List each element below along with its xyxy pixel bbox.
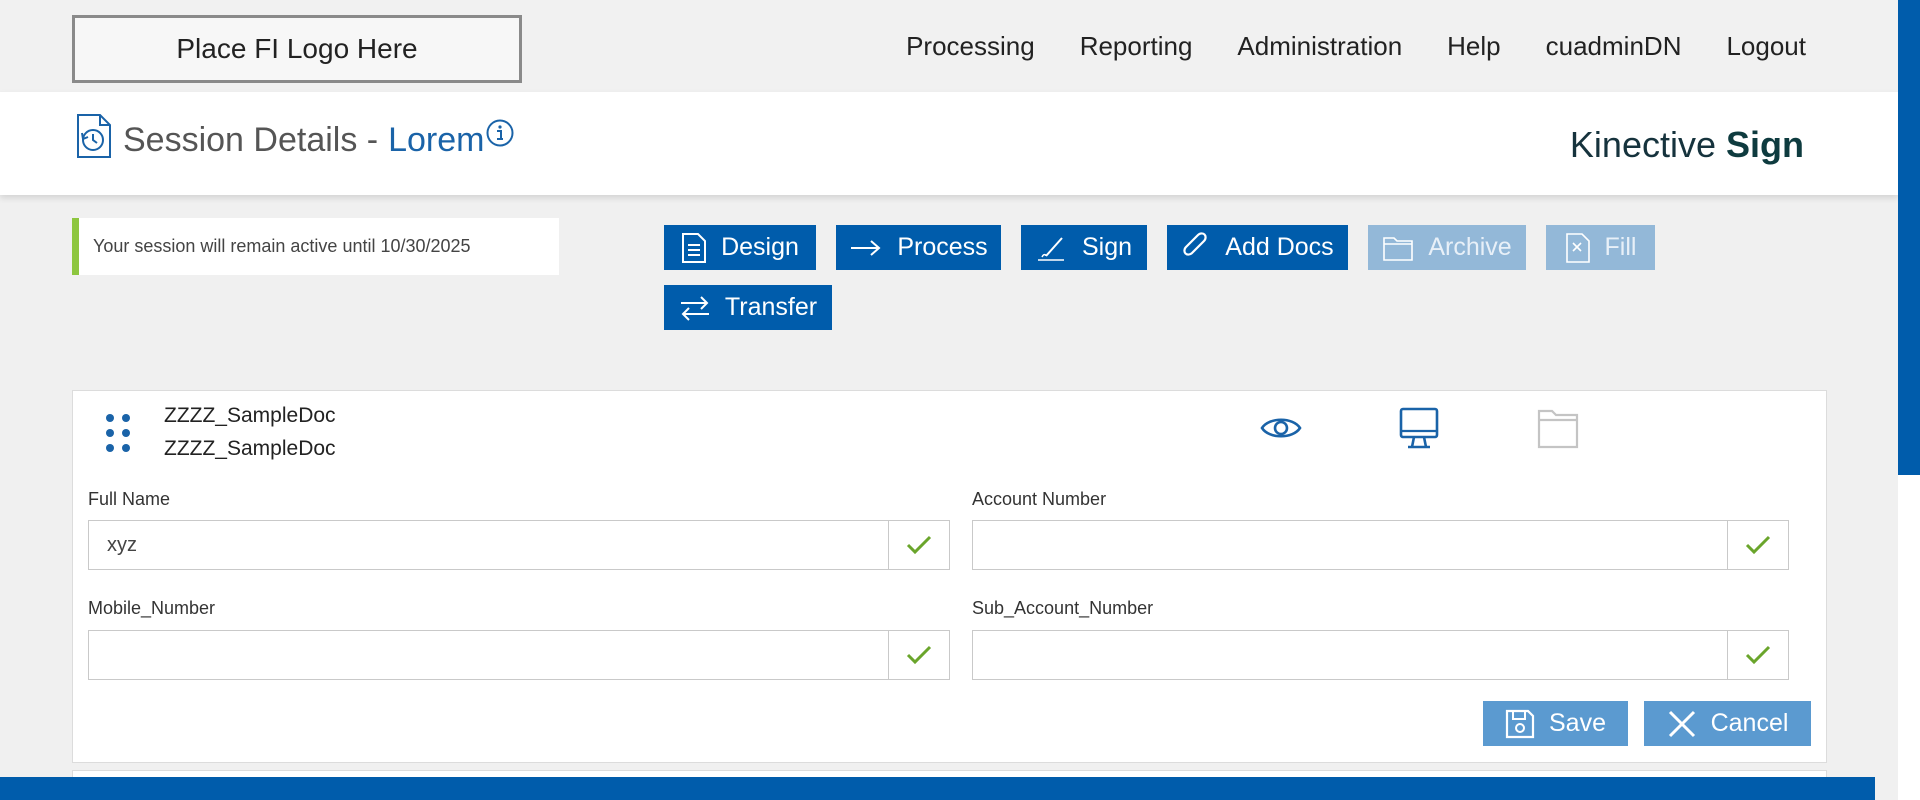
process-button[interactable]: Process: [836, 225, 1001, 270]
eye-icon[interactable]: [1258, 405, 1304, 451]
main-nav: Processing Reporting Administration Help…: [906, 31, 1806, 62]
brand-bold: Sign: [1726, 124, 1804, 165]
document-list-icon: [682, 232, 707, 263]
folder-icon[interactable]: [1535, 405, 1581, 451]
design-button-label: Design: [721, 233, 799, 261]
fill-button[interactable]: Fill: [1546, 225, 1655, 270]
document-x-icon: [1565, 232, 1590, 263]
add-docs-button[interactable]: Add Docs: [1167, 225, 1348, 270]
cancel-button[interactable]: Cancel: [1644, 701, 1811, 746]
folder-icon: [1383, 236, 1414, 261]
full-name-label: Full Name: [88, 489, 171, 509]
drag-handle-icon[interactable]: [103, 411, 133, 455]
arrow-right-icon: [851, 239, 881, 256]
archive-button[interactable]: Archive: [1368, 225, 1526, 270]
check-icon: [888, 521, 949, 569]
mobile-number-field: [88, 630, 950, 680]
document-subname: ZZZZ_SampleDoc: [164, 437, 336, 460]
mobile-number-input[interactable]: [89, 631, 888, 679]
session-history-icon: [77, 114, 111, 158]
session-name: Lorem: [388, 121, 485, 159]
check-icon: [888, 631, 949, 679]
page-scrollbar-thumb[interactable]: [1898, 0, 1920, 475]
process-button-label: Process: [897, 233, 988, 261]
pen-signature-icon: [1037, 236, 1064, 261]
sign-button[interactable]: Sign: [1021, 225, 1147, 270]
design-button[interactable]: Design: [664, 225, 816, 270]
fill-button-label: Fill: [1604, 233, 1637, 261]
nav-user-account[interactable]: cuadminDN: [1546, 31, 1682, 62]
brand-light: Kinective: [1569, 124, 1716, 165]
next-document-panel-edge: [72, 770, 1827, 777]
account-number-label: Account Number: [972, 489, 1107, 509]
top-navigation-bar: Place FI Logo Here Processing Reporting …: [0, 0, 1898, 92]
institution-logo-placeholder: Place FI Logo Here: [72, 15, 522, 83]
nav-processing[interactable]: Processing: [906, 31, 1035, 62]
nav-help[interactable]: Help: [1447, 31, 1500, 62]
save-button-label: Save: [1549, 709, 1606, 737]
save-disk-icon: [1505, 709, 1535, 738]
account-number-input[interactable]: [973, 521, 1727, 569]
full-name-field: [88, 520, 950, 570]
nav-logout[interactable]: Logout: [1726, 31, 1806, 62]
add-docs-button-label: Add Docs: [1225, 233, 1334, 261]
transfer-arrows-icon: [680, 295, 709, 321]
sub-account-number-label: Sub_Account_Number: [972, 598, 1154, 618]
cancel-button-label: Cancel: [1710, 709, 1789, 737]
session-header: Session Details - Lorem Kinective Sign: [0, 92, 1898, 195]
transfer-button-label: Transfer: [724, 293, 818, 321]
sub-account-number-field: [972, 630, 1789, 680]
nav-reporting[interactable]: Reporting: [1080, 31, 1193, 62]
session-expiry-notice: Your session will remain active until 10…: [72, 218, 559, 275]
check-icon: [1727, 631, 1788, 679]
session-expiry-text: Your session will remain active until 10…: [93, 236, 471, 256]
logo-text: Place FI Logo Here: [176, 33, 418, 64]
document-name: ZZZZ_SampleDoc: [164, 404, 336, 427]
full-name-input[interactable]: [89, 521, 888, 569]
transfer-button[interactable]: Transfer: [664, 285, 832, 330]
product-brand: Kinective Sign: [1570, 124, 1804, 166]
mobile-number-label: Mobile_Number: [88, 598, 216, 618]
monitor-icon[interactable]: [1396, 405, 1442, 451]
nav-administration[interactable]: Administration: [1237, 31, 1402, 62]
info-icon[interactable]: [486, 119, 514, 147]
sub-account-number-input[interactable]: [973, 631, 1727, 679]
check-icon: [1727, 521, 1788, 569]
archive-button-label: Archive: [1428, 233, 1512, 261]
document-panel: ZZZZ_SampleDoc ZZZZ_SampleDoc Full Name …: [72, 390, 1827, 763]
page-title-prefix: Session Details -: [123, 121, 379, 159]
account-number-field: [972, 520, 1789, 570]
footer-bar: [0, 777, 1875, 800]
paperclip-icon: [1183, 231, 1207, 256]
sign-button-label: Sign: [1081, 233, 1133, 261]
save-button[interactable]: Save: [1483, 701, 1628, 746]
page-title: Session Details - Lorem: [123, 121, 484, 160]
close-icon: [1668, 710, 1695, 737]
